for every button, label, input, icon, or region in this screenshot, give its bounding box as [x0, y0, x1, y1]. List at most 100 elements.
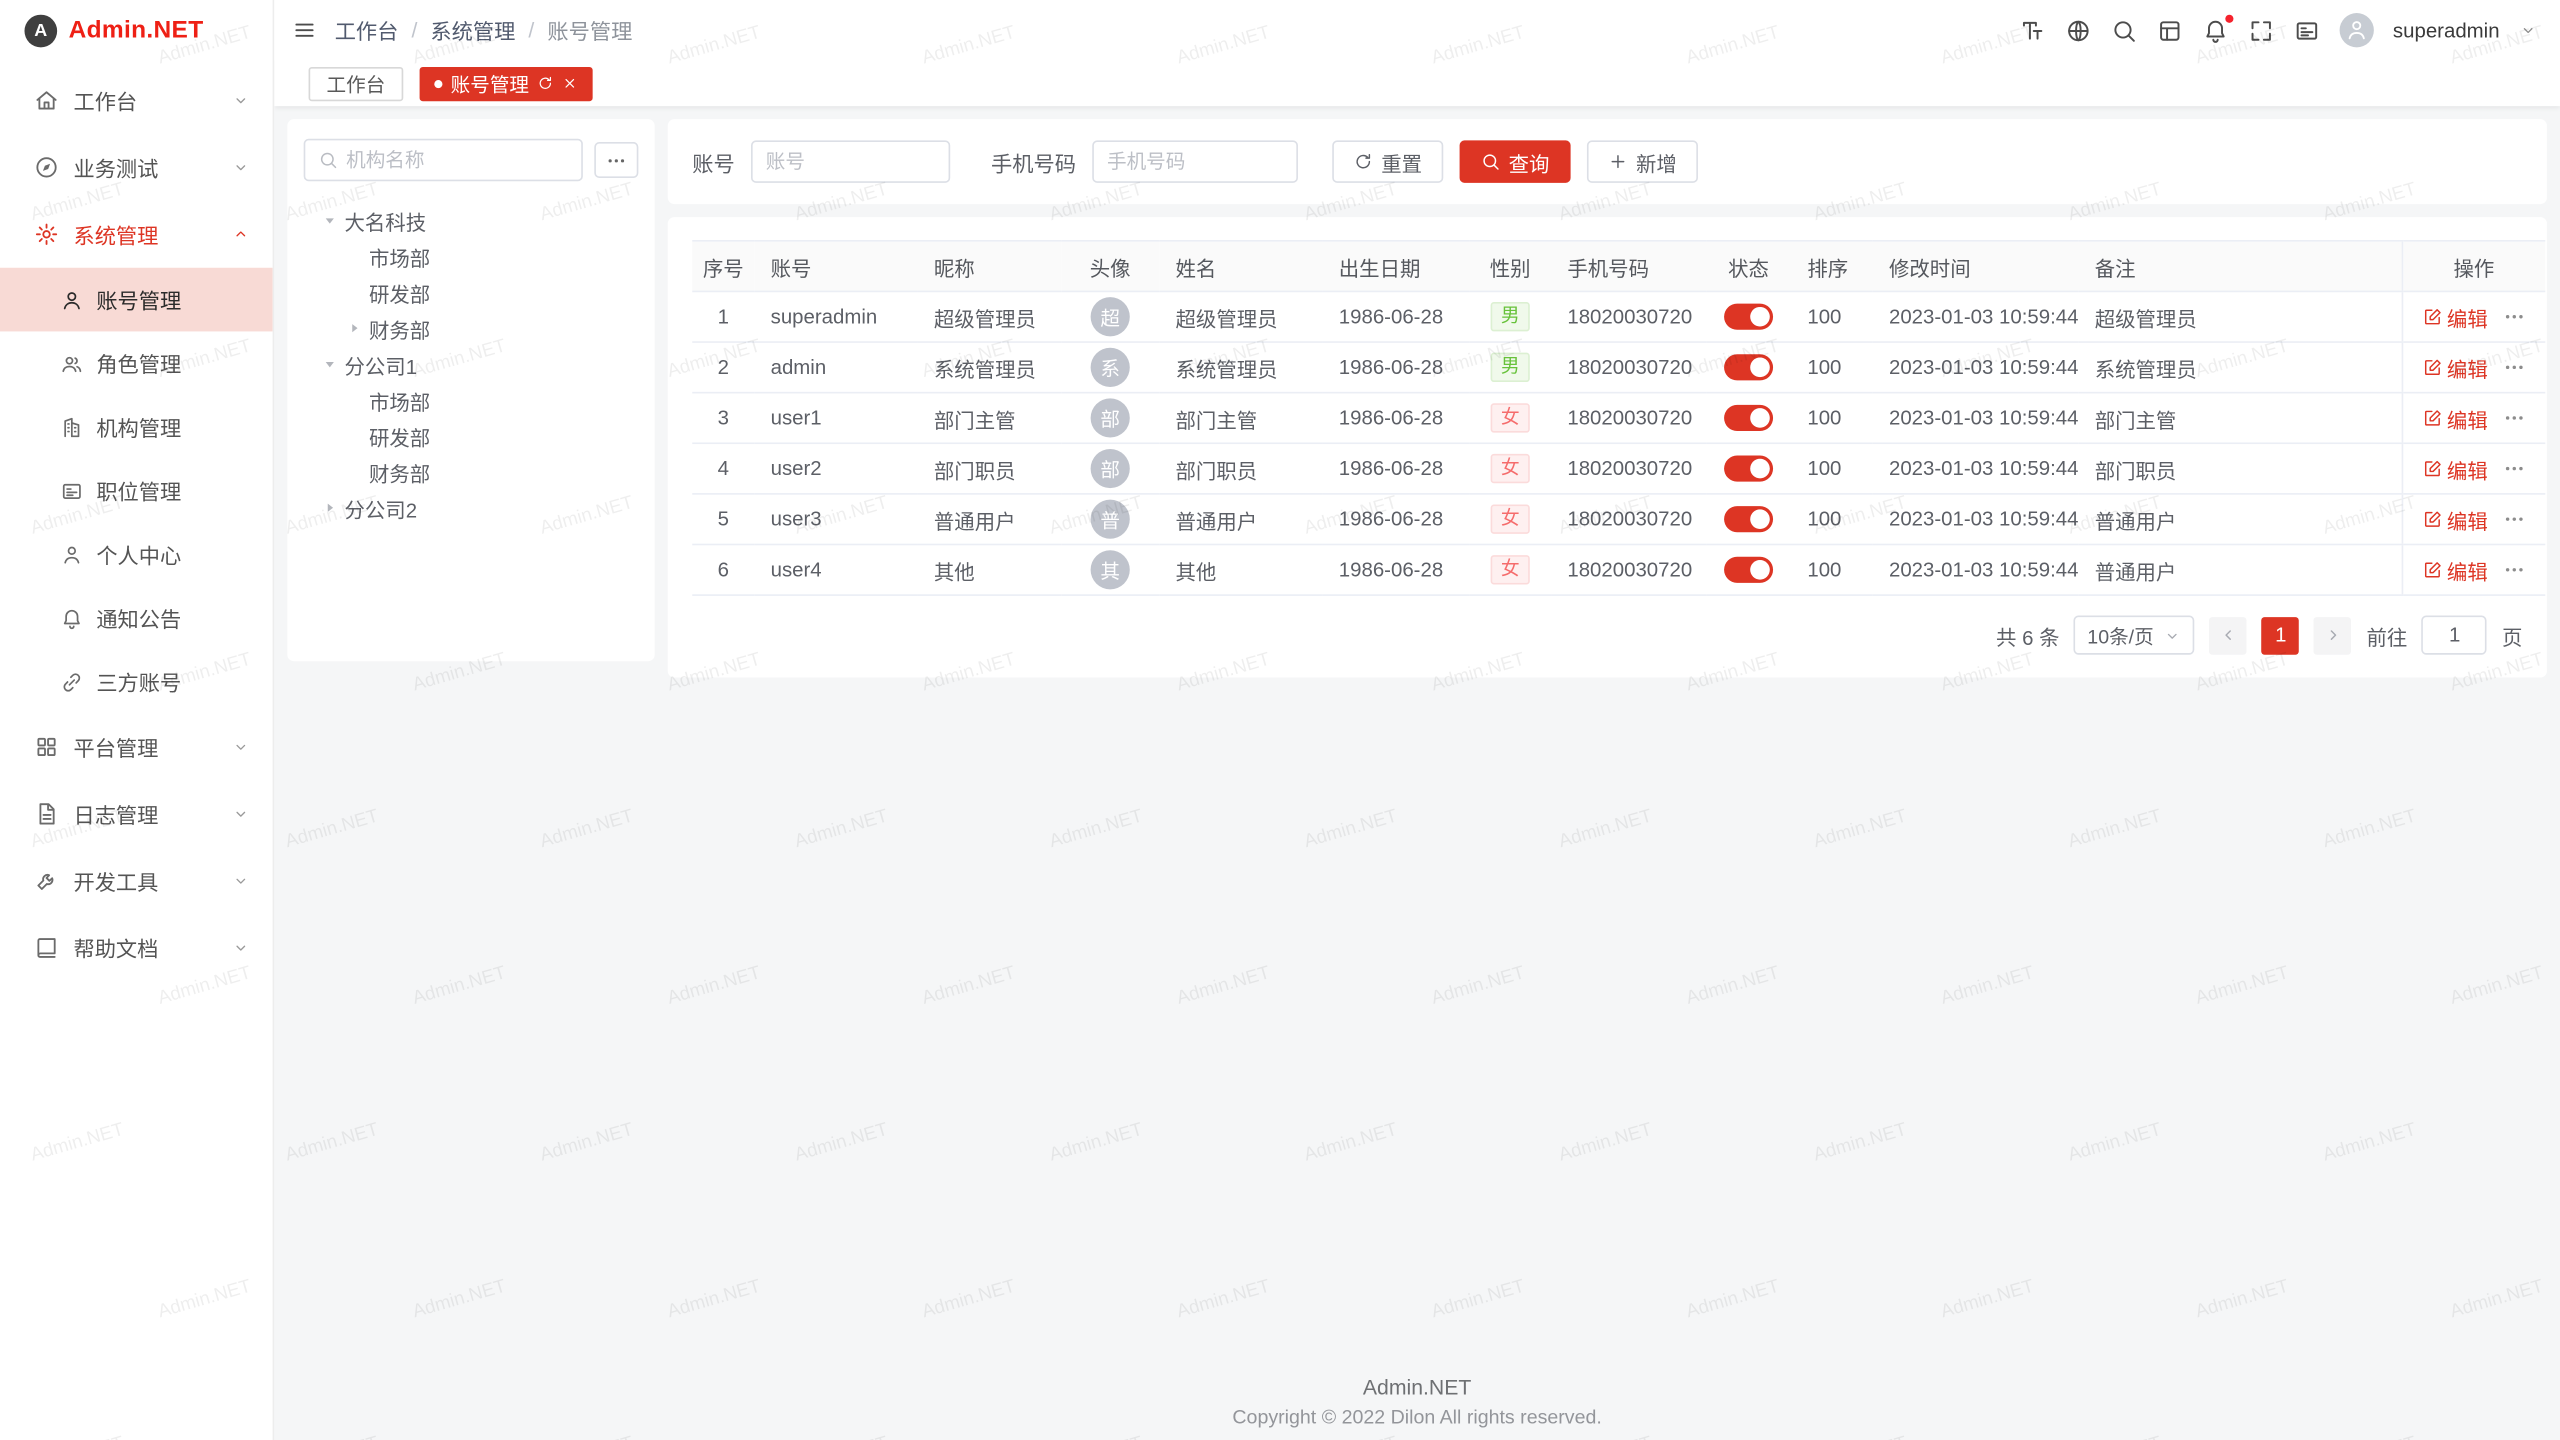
- user-icon: [60, 288, 83, 311]
- sidebar-item-help-docs[interactable]: 帮助文档: [0, 914, 273, 981]
- edit-button[interactable]: 编辑: [2422, 554, 2487, 585]
- user-avatar[interactable]: [2339, 13, 2373, 47]
- account-table-card: 序号账号昵称头像姓名出生日期性别手机号码状态排序修改时间备注操作 1supera…: [668, 217, 2547, 677]
- tree-node-market-1[interactable]: 市场部: [304, 238, 639, 274]
- tree-node-rd-1[interactable]: 研发部: [304, 274, 639, 310]
- row-more-button[interactable]: [2502, 508, 2525, 531]
- phone-filter-input[interactable]: [1107, 150, 1283, 173]
- cell-status: [1706, 494, 1791, 545]
- sidebar-item-platform-manage[interactable]: 平台管理: [0, 713, 273, 780]
- search-icon[interactable]: [2110, 17, 2136, 43]
- language-icon[interactable]: [2065, 17, 2091, 43]
- notification-bell-icon[interactable]: [2202, 17, 2228, 43]
- page-suffix-label: 页: [2502, 620, 2522, 651]
- column-header-order: 排序: [1791, 241, 1873, 292]
- status-toggle[interactable]: [1724, 557, 1773, 583]
- username[interactable]: superadmin: [2393, 19, 2500, 42]
- status-toggle[interactable]: [1724, 354, 1773, 380]
- status-toggle[interactable]: [1724, 405, 1773, 431]
- sidebar-item-system-manage[interactable]: 系统管理: [0, 201, 273, 268]
- column-header-avatar: 头像: [1061, 241, 1159, 292]
- breadcrumb-item[interactable]: 账号管理: [547, 15, 632, 46]
- cell-phone: 18020030720: [1551, 342, 1706, 393]
- org-more-button[interactable]: [594, 142, 638, 178]
- font-size-icon[interactable]: [2019, 17, 2045, 43]
- add-button[interactable]: 新增: [1587, 140, 1698, 182]
- edit-button[interactable]: 编辑: [2422, 301, 2487, 332]
- tree-node-finance-1[interactable]: 财务部: [304, 310, 639, 346]
- row-more-button[interactable]: [2502, 407, 2525, 430]
- book-icon: [34, 936, 58, 960]
- row-avatar: 系: [1091, 348, 1130, 387]
- row-more-button[interactable]: [2502, 457, 2525, 480]
- tree-node-branch-1[interactable]: 分公司1: [304, 346, 639, 382]
- caret-down-icon[interactable]: [320, 210, 344, 231]
- tab-workbench[interactable]: 工作台: [309, 66, 404, 100]
- sidebar-subitem-notice[interactable]: 通知公告: [0, 586, 273, 650]
- tree-node-daming-tech[interactable]: 大名科技: [304, 202, 639, 238]
- user-chevron-down-icon[interactable]: [2519, 21, 2537, 39]
- compass-icon: [34, 155, 58, 179]
- cell-account: user4: [754, 544, 917, 595]
- cell-modified: 2023-01-03 10:59:44: [1873, 291, 2079, 342]
- reset-button[interactable]: 重置: [1332, 140, 1443, 182]
- tree-node-finance-2[interactable]: 财务部: [304, 454, 639, 490]
- breadcrumb-item[interactable]: 工作台: [335, 15, 399, 46]
- edit-button[interactable]: 编辑: [2422, 504, 2487, 535]
- table-row: 6user4其他其其他1986-06-28女180200307201002023…: [692, 544, 2545, 595]
- logo[interactable]: A Admin.NET: [0, 0, 273, 60]
- sidebar-subitem-third-account[interactable]: 三方账号: [0, 650, 273, 714]
- status-toggle[interactable]: [1724, 506, 1773, 532]
- caret-right-icon[interactable]: [344, 318, 368, 339]
- tree-node-branch-2[interactable]: 分公司2: [304, 490, 639, 526]
- hamburger-menu-icon[interactable]: [292, 18, 316, 42]
- tab-close-icon[interactable]: [562, 75, 578, 91]
- gender-badge: 女: [1491, 454, 1529, 483]
- edit-icon: [2422, 408, 2442, 428]
- sidebar-subitem-label: 职位管理: [96, 475, 181, 506]
- sidebar-subitem-org-manage[interactable]: 机构管理: [0, 395, 273, 459]
- breadcrumb-item[interactable]: 系统管理: [430, 15, 515, 46]
- theme-icon[interactable]: [2156, 17, 2182, 43]
- cell-modified: 2023-01-03 10:59:44: [1873, 544, 2079, 595]
- caret-right-icon[interactable]: [320, 497, 344, 518]
- edit-button[interactable]: 编辑: [2422, 352, 2487, 383]
- next-page-button[interactable]: [2314, 616, 2352, 654]
- tree-node-market-2[interactable]: 市场部: [304, 382, 639, 418]
- query-button[interactable]: 查询: [1460, 140, 1571, 182]
- prev-page-button[interactable]: [2210, 616, 2248, 654]
- edit-button[interactable]: 编辑: [2422, 453, 2487, 484]
- sidebar-item-log-manage[interactable]: 日志管理: [0, 780, 273, 847]
- sidebar-subitem-position-manage[interactable]: 职位管理: [0, 459, 273, 523]
- fullscreen-icon[interactable]: [2248, 17, 2274, 43]
- profile-icon[interactable]: [2293, 17, 2319, 43]
- sidebar-subitem-account-manage[interactable]: 账号管理: [0, 268, 273, 332]
- caret-down-icon[interactable]: [320, 353, 344, 374]
- tree-node-label: 市场部: [369, 241, 430, 272]
- tab-account-manage[interactable]: 账号管理: [420, 66, 593, 100]
- sidebar-subitem-role-manage[interactable]: 角色管理: [0, 331, 273, 395]
- goto-page-input[interactable]: [2422, 616, 2487, 655]
- sidebar-item-dev-tools[interactable]: 开发工具: [0, 847, 273, 914]
- account-filter-input[interactable]: [766, 150, 936, 173]
- status-toggle[interactable]: [1724, 456, 1773, 482]
- cell-birth: 1986-06-28: [1322, 393, 1469, 444]
- row-more-button[interactable]: [2502, 356, 2525, 379]
- toggle-knob: [1750, 560, 1770, 580]
- row-more-button[interactable]: [2502, 558, 2525, 581]
- tree-node-rd-2[interactable]: 研发部: [304, 418, 639, 454]
- tab-refresh-icon[interactable]: [537, 75, 553, 91]
- page-size-select[interactable]: 10条/页: [2074, 616, 2195, 655]
- cell-nickname: 部门主管: [918, 393, 1062, 444]
- org-tree-panel: 大名科技市场部研发部财务部分公司1市场部研发部财务部分公司2: [287, 119, 654, 661]
- row-more-button[interactable]: [2502, 305, 2525, 328]
- sidebar-item-workbench[interactable]: 工作台: [0, 67, 273, 134]
- chevron-up-icon: [232, 225, 250, 243]
- sidebar-item-business-test[interactable]: 业务测试: [0, 134, 273, 201]
- org-search-input[interactable]: [346, 149, 568, 172]
- edit-button[interactable]: 编辑: [2422, 402, 2487, 433]
- table-row: 5user3普通用户普普通用户1986-06-28女18020030720100…: [692, 494, 2545, 545]
- status-toggle[interactable]: [1724, 304, 1773, 330]
- sidebar-subitem-personal-center[interactable]: 个人中心: [0, 522, 273, 586]
- page-number-button[interactable]: 1: [2262, 616, 2300, 654]
